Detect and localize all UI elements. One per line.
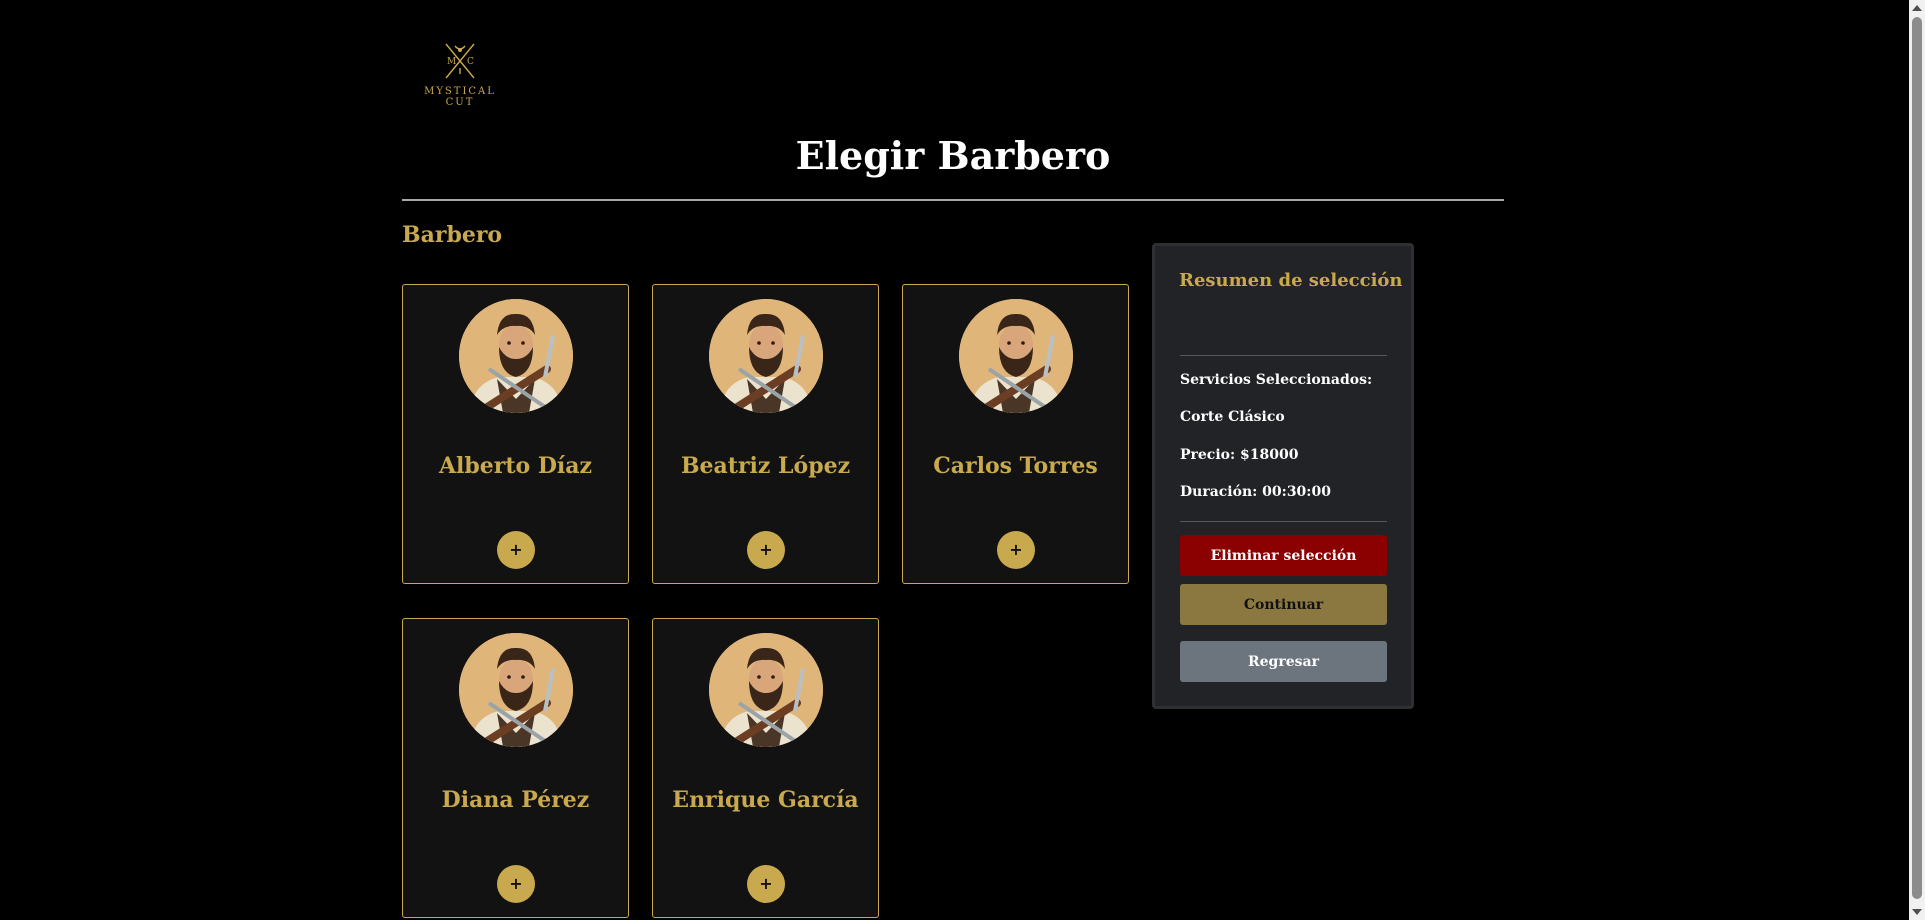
section-title: Barbero	[402, 222, 503, 248]
crossed-tools-icon: M C	[445, 43, 475, 79]
scroll-down-arrow-icon[interactable]	[1912, 909, 1922, 915]
add-barber-button[interactable]: +	[747, 865, 785, 903]
remove-selection-button[interactable]: Eliminar selección	[1180, 535, 1387, 576]
barber-name: Beatriz López	[680, 453, 851, 479]
barber-card[interactable]: Enrique García +	[652, 618, 879, 918]
scroll-thumb[interactable]	[1912, 17, 1922, 899]
selected-price: Precio: $18000	[1180, 447, 1299, 463]
logo-initial-right: C	[467, 57, 474, 67]
page: M C MYSTICAL CUT Elegir Barbero Barbero	[0, 0, 1925, 920]
title-divider	[402, 199, 1504, 201]
barber-card[interactable]: Carlos Torres +	[902, 284, 1129, 584]
logo-wordmark: MYSTICAL CUT	[424, 86, 496, 108]
add-barber-button[interactable]: +	[497, 531, 535, 569]
selection-summary-panel: Resumen de selección Servicios Seleccion…	[1152, 243, 1414, 709]
barber-name: Diana Pérez	[441, 787, 590, 813]
add-barber-button[interactable]: +	[997, 531, 1035, 569]
barber-portrait-icon	[459, 633, 573, 747]
summary-title: Resumen de selección	[1179, 270, 1403, 291]
logo-line-2: CUT	[445, 97, 475, 108]
brand-logo[interactable]: M C MYSTICAL CUT	[420, 40, 500, 112]
logo-initial-left: M	[447, 57, 456, 67]
barber-avatar	[709, 633, 823, 747]
selected-duration: Duración: 00:30:00	[1180, 484, 1331, 500]
barber-avatar	[709, 299, 823, 413]
barber-card-grid: Alberto Díaz + Beatriz López + Carlos To…	[402, 284, 1132, 918]
vertical-scrollbar[interactable]	[1909, 0, 1925, 920]
summary-divider-bottom	[1180, 521, 1387, 522]
barber-portrait-icon	[709, 299, 823, 413]
back-button[interactable]: Regresar	[1180, 641, 1387, 682]
barber-name: Alberto Díaz	[438, 453, 593, 479]
barber-avatar	[959, 299, 1073, 413]
barber-card[interactable]: Alberto Díaz +	[402, 284, 629, 584]
barber-portrait-icon	[459, 299, 573, 413]
barber-name: Carlos Torres	[933, 453, 1098, 479]
barber-avatar	[459, 299, 573, 413]
selected-services-label: Servicios Seleccionados:	[1180, 372, 1373, 388]
barber-card[interactable]: Diana Pérez +	[402, 618, 629, 918]
summary-divider-top	[1180, 355, 1387, 356]
barber-portrait-icon	[959, 299, 1073, 413]
page-title: Elegir Barbero	[795, 133, 1111, 178]
add-barber-button[interactable]: +	[747, 531, 785, 569]
barber-card[interactable]: Beatriz López +	[652, 284, 879, 584]
continue-button[interactable]: Continuar	[1180, 584, 1387, 625]
barber-name: Enrique García	[672, 787, 859, 813]
selected-service-name: Corte Clásico	[1180, 409, 1285, 425]
scroll-up-arrow-icon[interactable]	[1912, 5, 1922, 11]
barber-avatar	[459, 633, 573, 747]
barber-portrait-icon	[709, 633, 823, 747]
add-barber-button[interactable]: +	[497, 865, 535, 903]
logo-line-1: MYSTICAL	[424, 86, 496, 97]
